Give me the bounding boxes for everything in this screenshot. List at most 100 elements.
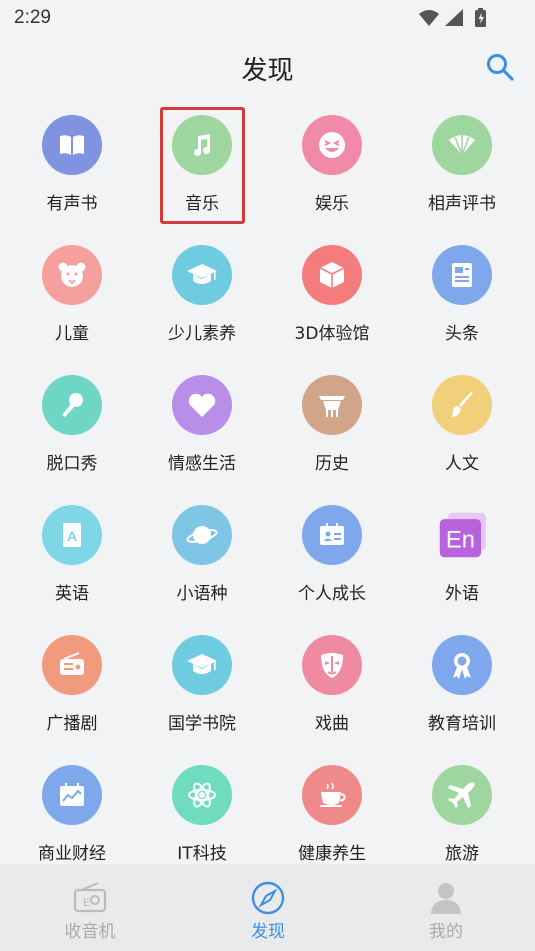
category-item[interactable]: 旅游 <box>402 751 522 864</box>
nav-item-radio[interactable]: E 收音机 <box>1 864 179 951</box>
category-icon-circle <box>432 115 492 175</box>
category-item[interactable]: 少儿素养 <box>142 231 262 351</box>
category-label: 戏曲 <box>315 714 349 734</box>
cube-icon <box>319 262 345 288</box>
folding-fan-icon <box>449 135 475 156</box>
category-item[interactable]: 健康养生 <box>272 751 392 864</box>
category-icon-circle <box>432 375 492 435</box>
nav-label: 我的 <box>429 922 463 942</box>
letter-a-card-icon: A <box>63 523 81 547</box>
nav-item-discover[interactable]: 发现 <box>179 864 357 951</box>
status-time: 2:29 <box>14 7 51 28</box>
nav-item-mine[interactable]: 我的 <box>357 864 535 951</box>
category-label: 国学书院 <box>168 714 236 734</box>
user-icon <box>431 883 461 914</box>
category-label: 广播剧 <box>46 714 98 734</box>
category-item[interactable]: 戏曲 <box>272 621 392 741</box>
category-item[interactable]: 娱乐 <box>272 101 392 221</box>
compass-icon <box>251 881 285 915</box>
category-label: 少儿素养 <box>168 324 236 344</box>
category-label: 小语种 <box>176 584 228 604</box>
search-button[interactable] <box>485 52 515 82</box>
category-icon-circle: En <box>432 505 492 565</box>
microphone-icon <box>62 393 83 417</box>
category-item[interactable]: IT科技 <box>142 751 262 864</box>
category-icon-circle <box>432 245 492 305</box>
category-icon-circle <box>172 375 232 435</box>
category-label: 个人成长 <box>298 584 366 604</box>
category-item[interactable]: 头条 <box>402 231 522 351</box>
category-icon-circle: A <box>42 505 102 565</box>
category-icon-circle <box>172 765 232 825</box>
category-label: 情感生活 <box>168 454 236 474</box>
category-icon-circle <box>302 245 362 305</box>
opera-mask-icon <box>321 653 343 678</box>
award-ribbon-icon <box>453 653 471 679</box>
category-icon-circle <box>42 375 102 435</box>
cellular-signal-icon <box>445 9 463 26</box>
category-icon-circle <box>302 635 362 695</box>
category-label: 英语 <box>55 584 89 604</box>
category-item[interactable]: 有声书 <box>12 101 132 221</box>
page-title: 发现 <box>241 56 294 86</box>
category-icon-circle <box>42 765 102 825</box>
category-icon-circle <box>42 635 102 695</box>
category-label: IT科技 <box>177 844 227 864</box>
radio-icon <box>60 652 84 675</box>
category-icon-circle <box>42 245 102 305</box>
header: 发现 <box>0 36 535 100</box>
status-icons <box>417 6 497 28</box>
category-icon-circle <box>302 375 362 435</box>
ancient-vessel-icon <box>319 396 345 417</box>
category-item[interactable]: 广播剧 <box>12 621 132 741</box>
category-icon-circle <box>172 505 232 565</box>
category-icon-circle <box>302 115 362 175</box>
status-bar: 2:29 <box>0 0 535 36</box>
category-icon-circle <box>172 635 232 695</box>
category-label: 娱乐 <box>315 194 349 214</box>
category-label: 音乐 <box>185 194 219 214</box>
category-item[interactable]: 历史 <box>272 361 392 481</box>
category-label: 历史 <box>315 454 349 474</box>
category-label: 商业财经 <box>38 844 106 864</box>
en-badge-icon: En <box>439 512 486 558</box>
wifi-icon <box>419 10 439 26</box>
nav-label: 发现 <box>251 922 285 942</box>
category-item[interactable]: 3D体验馆 <box>272 231 392 351</box>
category-item[interactable]: En 外语 <box>402 491 522 611</box>
music-note-icon <box>194 134 211 156</box>
heart-icon <box>188 393 216 417</box>
category-icon-circle <box>302 765 362 825</box>
category-icon-circle <box>432 765 492 825</box>
radio-icon: E <box>73 882 107 913</box>
category-icon-circle <box>172 115 232 175</box>
category-item[interactable]: A 英语 <box>12 491 132 611</box>
category-label: 旅游 <box>445 844 479 864</box>
paintbrush-icon <box>451 392 473 417</box>
category-item[interactable]: 儿童 <box>12 231 132 351</box>
category-label: 相声评书 <box>428 194 496 214</box>
category-item[interactable]: 小语种 <box>142 491 262 611</box>
atom-icon <box>188 782 216 808</box>
graduation-cap-icon <box>187 654 217 674</box>
category-label: 3D体验馆 <box>294 324 370 344</box>
category-item[interactable]: 音乐 <box>142 101 262 221</box>
battery-icon <box>475 8 486 27</box>
category-item[interactable]: 人文 <box>402 361 522 481</box>
category-item[interactable]: 情感生活 <box>142 361 262 481</box>
category-item[interactable]: 脱口秀 <box>12 361 132 481</box>
bottom-nav: E 收音机 发现 我的 <box>0 864 535 951</box>
svg-text:En: En <box>446 527 475 554</box>
category-label: 人文 <box>445 454 479 474</box>
category-item[interactable]: 相声评书 <box>402 101 522 221</box>
teacup-icon <box>320 782 346 807</box>
category-item[interactable]: 国学书院 <box>142 621 262 741</box>
category-icon-circle <box>432 635 492 695</box>
category-label: 头条 <box>445 324 479 344</box>
category-item[interactable]: 个人成长 <box>272 491 392 611</box>
book-icon <box>60 135 84 155</box>
category-item[interactable]: 教育培训 <box>402 621 522 741</box>
airplane-icon <box>448 782 475 808</box>
category-item[interactable]: 商业财经 <box>12 751 132 864</box>
svg-text:A: A <box>67 528 77 544</box>
